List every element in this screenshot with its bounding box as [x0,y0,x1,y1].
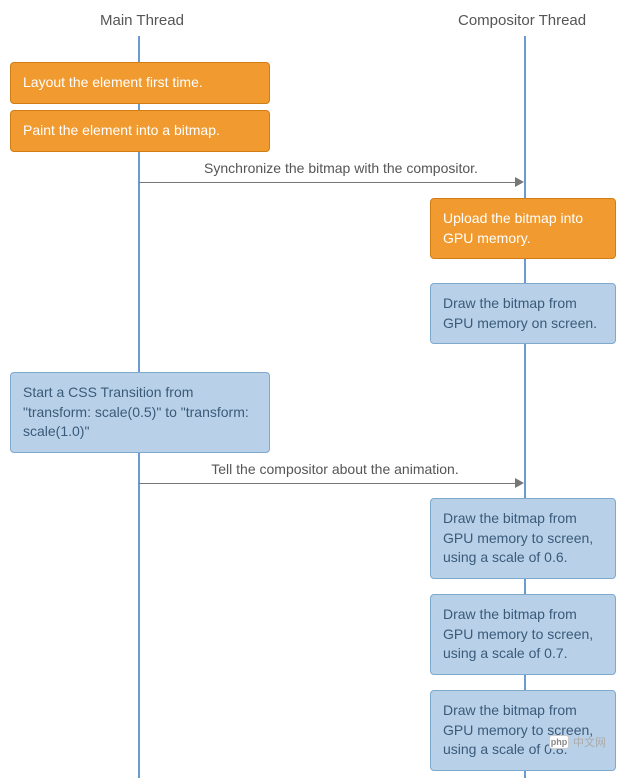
step-upload-gpu-memory: Upload the bitmap into GPU memory. [430,198,616,259]
main-thread-header: Main Thread [100,12,184,29]
step-draw-scale-0-7: Draw the bitmap from GPU memory to scree… [430,594,616,675]
arrow-head-sync-bitmap [515,177,524,187]
sequence-diagram: Main Thread Compositor Thread Layout the… [0,0,624,778]
watermark-text: 中文网 [573,734,606,750]
arrow-line-tell-animation [139,483,515,484]
step-layout-first-time: Layout the element first time. [10,62,270,104]
arrow-label-tell-animation: Tell the compositor about the animation. [190,461,480,477]
step-paint-into-bitmap: Paint the element into a bitmap. [10,110,270,152]
arrow-head-tell-animation [515,478,524,488]
arrow-label-sync-bitmap: Synchronize the bitmap with the composit… [176,160,506,176]
step-draw-gpu-on-screen: Draw the bitmap from GPU memory on scree… [430,283,616,344]
step-start-css-transition: Start a CSS Transition from "transform: … [10,372,270,453]
php-icon: php [549,735,569,749]
step-draw-scale-0-8: Draw the bitmap from GPU memory to scree… [430,690,616,771]
step-draw-scale-0-6: Draw the bitmap from GPU memory to scree… [430,498,616,579]
arrow-line-sync-bitmap [139,182,515,183]
compositor-thread-header: Compositor Thread [458,12,586,29]
watermark: php 中文网 [549,734,606,750]
